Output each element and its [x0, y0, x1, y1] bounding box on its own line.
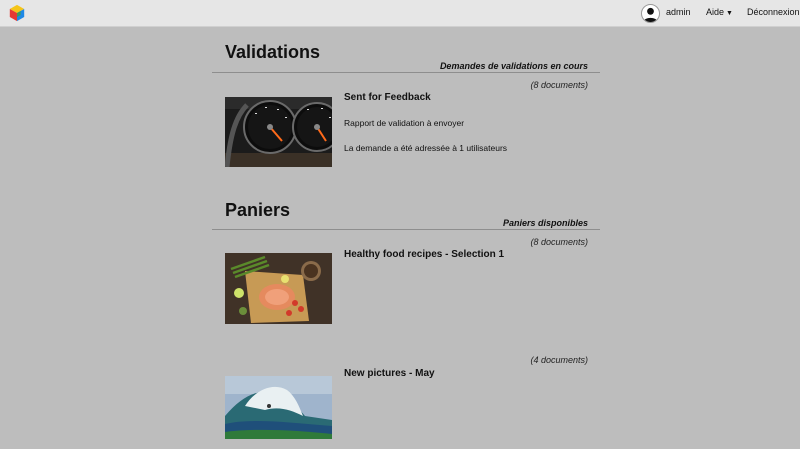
basket-item-title[interactable]: Healthy food recipes - Selection 1 — [344, 249, 504, 260]
app-logo-icon[interactable] — [8, 4, 26, 22]
basket-thumbnail-wave-image[interactable] — [225, 376, 332, 439]
user-avatar-icon[interactable] — [641, 4, 660, 23]
basket-item-title[interactable]: New pictures - May — [344, 368, 435, 379]
help-menu-label: Aide — [706, 7, 725, 17]
top-navbar: admin Aide ▼ Déconnexion — [0, 0, 800, 27]
validations-divider — [212, 72, 600, 73]
basket-thumbnail-food-image[interactable] — [225, 253, 332, 324]
user-menu-link[interactable]: admin — [666, 7, 691, 17]
baskets-heading: Paniers — [225, 200, 291, 220]
baskets-subtitle: Paniers disponibles — [502, 218, 588, 228]
validation-thumbnail-dashboard-image[interactable] — [225, 97, 332, 167]
basket-item-count: (8 documents) — [530, 237, 588, 247]
validation-item-title[interactable]: Sent for Feedback — [344, 92, 431, 103]
baskets-divider — [212, 229, 600, 230]
logout-link[interactable]: Déconnexion — [747, 7, 800, 17]
validations-subtitle: Demandes de validations en cours — [439, 61, 588, 71]
validation-item-recipients: La demande a été adressée à 1 utilisateu… — [344, 143, 508, 153]
validation-item-count: (8 documents) — [530, 80, 588, 90]
help-menu[interactable]: Aide ▼ — [706, 7, 733, 17]
basket-item-count: (4 documents) — [530, 355, 588, 365]
validations-heading: Validations — [225, 42, 321, 62]
validation-item-description: Rapport de validation à envoyer — [344, 118, 465, 128]
caret-down-icon: ▼ — [726, 10, 733, 17]
